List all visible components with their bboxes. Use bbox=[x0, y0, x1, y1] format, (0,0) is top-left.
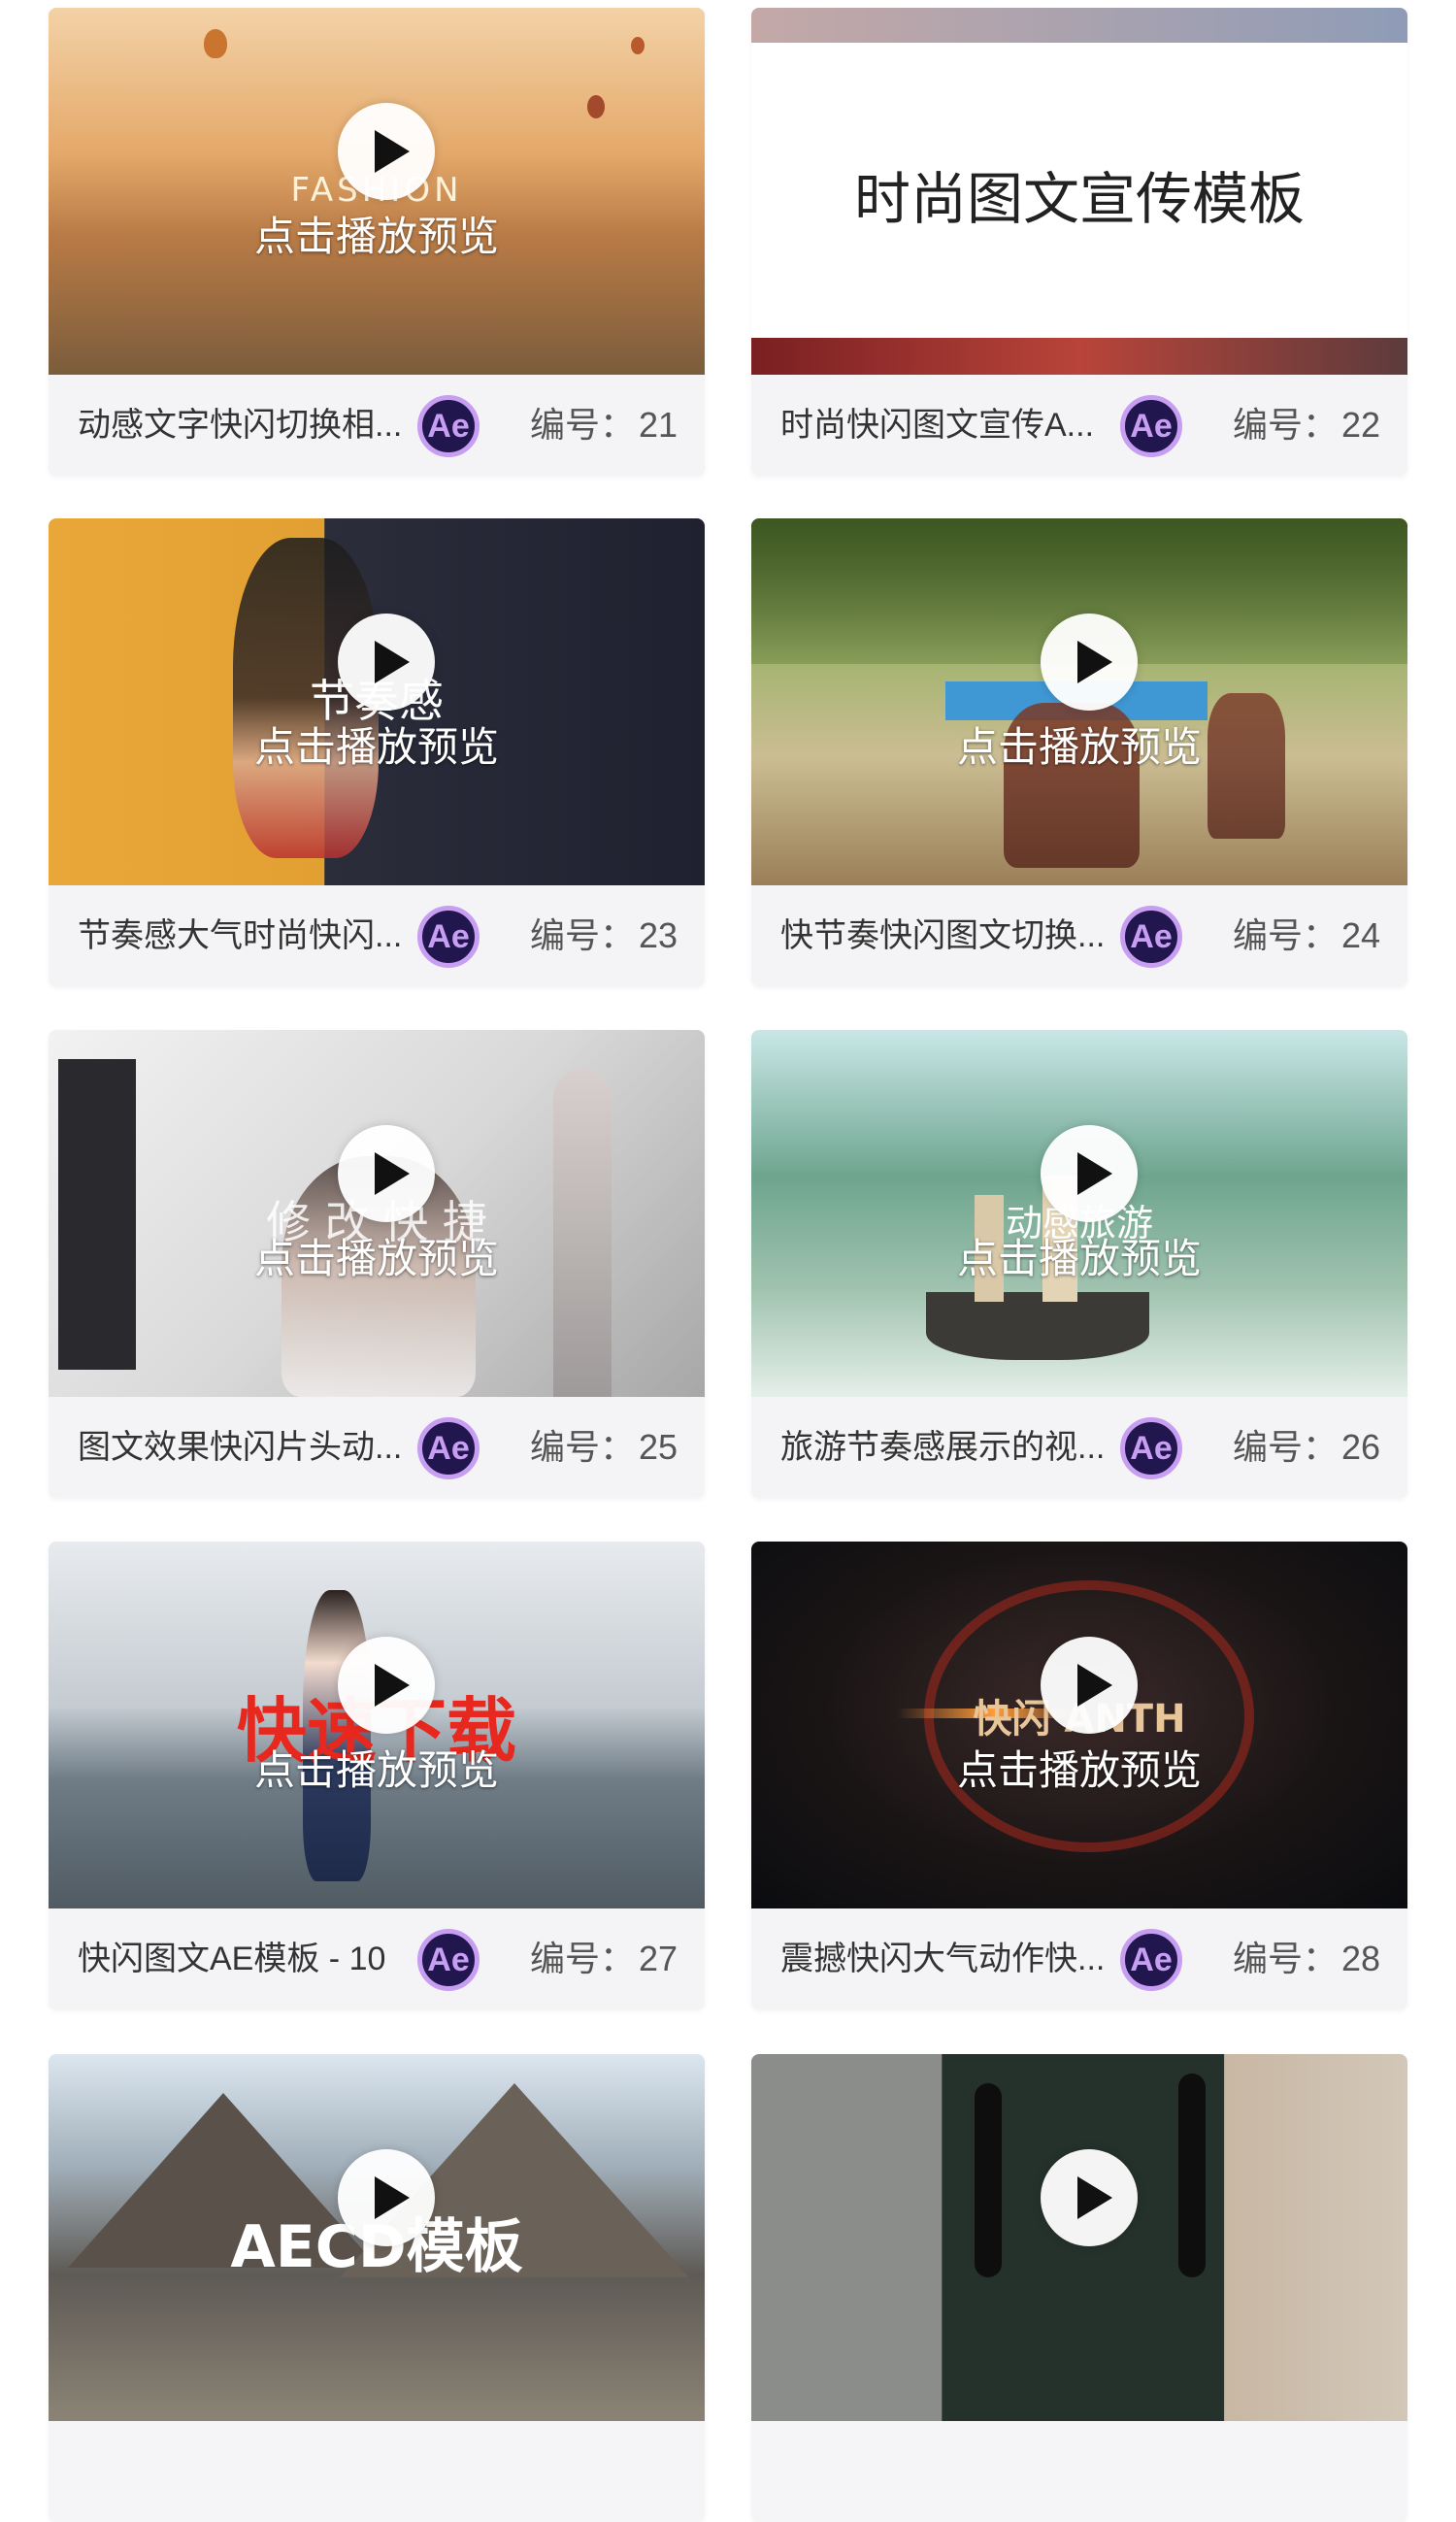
code-number: 24 bbox=[1341, 915, 1381, 955]
ae-badge-icon: Ae bbox=[417, 906, 480, 968]
card-meta: 震撼快闪大气动作快... Ae 编号： 28 bbox=[751, 1908, 1407, 2009]
preview-label[interactable]: 点击播放预览 bbox=[751, 714, 1407, 774]
video-thumbnail[interactable]: 动感旅游 点击播放预览 bbox=[751, 1030, 1407, 1397]
template-card[interactable]: 点击播放预览 快节奏快闪图文切换... Ae 编号： 24 bbox=[751, 518, 1407, 986]
goose-neck bbox=[1178, 2074, 1206, 2277]
ae-badge-icon: Ae bbox=[1120, 1417, 1182, 1479]
ae-badge-icon: Ae bbox=[417, 1417, 480, 1479]
play-icon[interactable] bbox=[1041, 614, 1138, 711]
template-card[interactable] bbox=[751, 2054, 1407, 2522]
ae-badge-icon: Ae bbox=[417, 395, 480, 457]
card-title[interactable]: 时尚快闪图文宣传A... bbox=[780, 375, 1094, 476]
ae-badge-icon: Ae bbox=[1120, 1929, 1182, 1991]
ae-badge-icon: Ae bbox=[417, 1929, 480, 1991]
code-prefix: 编号： bbox=[1233, 1427, 1339, 1467]
template-card[interactable]: 快闪 ANTH 点击播放预览 震撼快闪大气动作快... Ae 编号： 28 bbox=[751, 1542, 1407, 2009]
card-code: 编号： 22 bbox=[1233, 375, 1380, 476]
card-code: 编号： 21 bbox=[530, 375, 678, 476]
hot-air-balloon-icon bbox=[204, 29, 227, 58]
video-thumbnail[interactable]: 时尚图文宣传模板 bbox=[751, 8, 1407, 375]
video-thumbnail[interactable]: AECD模板 bbox=[49, 2054, 705, 2421]
play-icon[interactable] bbox=[1041, 2149, 1138, 2246]
video-thumbnail[interactable] bbox=[751, 2054, 1407, 2421]
template-card[interactable]: 动感旅游 点击播放预览 旅游节奏感展示的视... Ae 编号： 26 bbox=[751, 1030, 1407, 1498]
card-title[interactable]: 图文效果快闪片头动... bbox=[78, 1397, 402, 1498]
card-title[interactable]: 震撼快闪大气动作快... bbox=[780, 1908, 1105, 2009]
template-card[interactable]: 时尚图文宣传模板 时尚快闪图文宣传A... Ae 编号： 22 bbox=[751, 8, 1407, 476]
card-meta: 图文效果快闪片头动... Ae 编号： 25 bbox=[49, 1397, 705, 1498]
boat-icon bbox=[926, 1292, 1149, 1360]
card-code: 编号： 23 bbox=[530, 885, 678, 986]
thumbnail-overlay-text: 时尚图文宣传模板 bbox=[853, 166, 1305, 232]
code-prefix: 编号： bbox=[1233, 915, 1339, 955]
hot-air-balloon-icon bbox=[631, 37, 645, 54]
preview-label[interactable]: 点击播放预览 bbox=[751, 1738, 1407, 1797]
video-thumbnail[interactable]: FASHION 点击播放预览 bbox=[49, 8, 705, 375]
code-prefix: 编号： bbox=[530, 915, 636, 955]
card-code: 编号： 25 bbox=[530, 1397, 678, 1498]
ae-badge-icon: Ae bbox=[1120, 395, 1182, 457]
code-number: 21 bbox=[639, 405, 678, 445]
play-icon[interactable] bbox=[338, 614, 435, 711]
card-code: 编号： 27 bbox=[530, 1908, 678, 2009]
code-prefix: 编号： bbox=[530, 1427, 636, 1467]
preview-label[interactable]: 点击播放预览 bbox=[49, 204, 705, 263]
card-title[interactable]: 旅游节奏感展示的视... bbox=[780, 1397, 1105, 1498]
play-icon[interactable] bbox=[338, 1125, 435, 1222]
card-meta: 旅游节奏感展示的视... Ae 编号： 26 bbox=[751, 1397, 1407, 1498]
card-code: 编号： 28 bbox=[1233, 1908, 1380, 2009]
card-meta: 快闪图文AE模板 - 10 Ae 编号： 27 bbox=[49, 1908, 705, 2009]
card-title[interactable]: 节奏感大气时尚快闪... bbox=[78, 885, 402, 986]
card-meta: 时尚快闪图文宣传A... Ae 编号： 22 bbox=[751, 375, 1407, 476]
video-thumbnail[interactable]: 修 改 快 捷 点击播放预览 bbox=[49, 1030, 705, 1397]
ae-badge-icon: Ae bbox=[1120, 906, 1182, 968]
preview-label[interactable]: 点击播放预览 bbox=[751, 1226, 1407, 1285]
card-code: 编号： 26 bbox=[1233, 1397, 1380, 1498]
card-code: 编号： 24 bbox=[1233, 885, 1380, 986]
code-prefix: 编号： bbox=[1233, 1939, 1339, 1978]
thumbnail-bottom-band bbox=[751, 338, 1407, 375]
card-meta: 节奏感大气时尚快闪... Ae 编号： 23 bbox=[49, 885, 705, 986]
preview-label[interactable]: 点击播放预览 bbox=[49, 1226, 705, 1285]
template-card[interactable]: 节奏感 点击播放预览 节奏感大气时尚快闪... Ae 编号：23 bbox=[49, 518, 705, 986]
card-title[interactable]: 动感文字快闪切换相... bbox=[78, 375, 402, 476]
video-thumbnail[interactable]: 节奏感 点击播放预览 bbox=[49, 518, 705, 885]
code-number: 22 bbox=[1341, 405, 1381, 445]
play-icon[interactable] bbox=[338, 103, 435, 200]
code-number: 28 bbox=[1341, 1939, 1381, 1978]
preview-label[interactable]: 点击播放预览 bbox=[49, 714, 705, 774]
template-card[interactable]: FASHION 点击播放预览 动感文字快闪切换相... Ae 编号：21 bbox=[49, 8, 705, 476]
card-meta: 动感文字快闪切换相... Ae 编号： 21 bbox=[49, 375, 705, 476]
preview-label[interactable]: 点击播放预览 bbox=[49, 1738, 705, 1797]
code-prefix: 编号： bbox=[530, 405, 636, 445]
play-icon[interactable] bbox=[1041, 1637, 1138, 1734]
template-card[interactable]: 修 改 快 捷 点击播放预览 图文效果快闪片头动... Ae 编号： 25 bbox=[49, 1030, 705, 1498]
play-icon[interactable] bbox=[1041, 1125, 1138, 1222]
video-thumbnail[interactable]: 快速下载 点击播放预览 bbox=[49, 1542, 705, 1908]
video-thumbnail[interactable]: 点击播放预览 bbox=[751, 518, 1407, 885]
template-card[interactable]: 快速下载 点击播放预览 快闪图文AE模板 - 10 Ae 编号：27 bbox=[49, 1542, 705, 2009]
code-number: 23 bbox=[639, 915, 678, 955]
template-card[interactable]: AECD模板 bbox=[49, 2054, 705, 2522]
code-prefix: 编号： bbox=[530, 1939, 636, 1978]
play-icon[interactable] bbox=[338, 2149, 435, 2246]
code-number: 26 bbox=[1341, 1427, 1381, 1467]
card-title[interactable]: 快闪图文AE模板 - 10 bbox=[78, 1908, 385, 2009]
thumbnail-top-band bbox=[751, 8, 1407, 43]
card-title[interactable]: 快节奏快闪图文切换... bbox=[780, 885, 1105, 986]
code-number: 27 bbox=[639, 1939, 678, 1978]
code-number: 25 bbox=[639, 1427, 678, 1467]
hot-air-balloon-icon bbox=[587, 95, 605, 118]
code-prefix: 编号： bbox=[1233, 405, 1339, 445]
card-meta: 快节奏快闪图文切换... Ae 编号： 24 bbox=[751, 885, 1407, 986]
video-thumbnail[interactable]: 快闪 ANTH 点击播放预览 bbox=[751, 1542, 1407, 1908]
goose-neck bbox=[975, 2083, 1002, 2277]
play-icon[interactable] bbox=[338, 1637, 435, 1734]
